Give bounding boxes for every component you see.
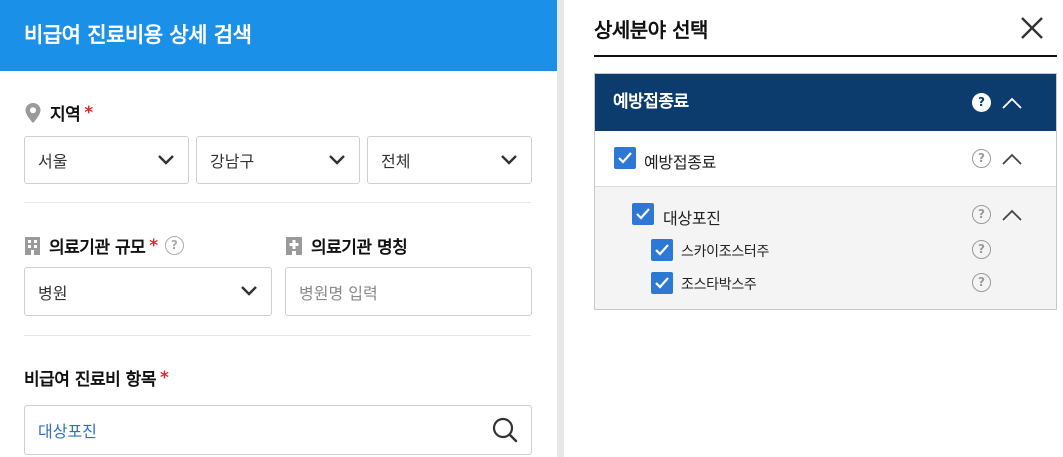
- item-search-value: 대상포진: [38, 422, 97, 441]
- region-label-row: 지역 *: [24, 100, 93, 125]
- district-select[interactable]: 강남구: [196, 136, 360, 184]
- checkbox-checked[interactable]: [632, 203, 654, 225]
- location-pin-icon: [25, 102, 41, 123]
- required-mark: *: [84, 102, 93, 123]
- building-icon: [25, 236, 40, 255]
- hospital-name-placeholder: 병원명 입력: [299, 283, 378, 303]
- tree-row-level2-group: 대상포진 ? 스카이조스터주 ? 조스타박스주 ?: [595, 187, 1056, 309]
- category-tree: 예방접종료 ? 예방접종료 ? 대상포진 ? 스카이조스터주 ? 조스타박스주 …: [594, 73, 1057, 310]
- hospital-name-label: 의료기관 명칭: [311, 238, 408, 258]
- check-icon: [618, 152, 632, 164]
- check-icon: [636, 208, 650, 220]
- hospital-scale-label-row: 의료기관 규모 * ?: [24, 233, 184, 258]
- required-mark: *: [159, 367, 169, 388]
- region-label: 지역: [50, 105, 81, 125]
- title-rule: [594, 55, 1057, 57]
- help-icon[interactable]: ?: [972, 93, 991, 112]
- search-panel: 비급여 진료비용 상세 검색 지역 * 서울 강남구 전체 의료기관 규모 * …: [0, 0, 557, 457]
- check-icon: [655, 277, 669, 289]
- item-label: 비급여 진료비 항목: [24, 370, 156, 390]
- city-select[interactable]: 서울: [24, 136, 189, 184]
- district-select-value: 강남구: [210, 152, 255, 171]
- hospital-scale-label: 의료기관 규모: [49, 238, 146, 258]
- item-label-row: 비급여 진료비 항목 *: [24, 365, 169, 391]
- tree-row-level1[interactable]: 예방접종료 ?: [595, 131, 1056, 187]
- chevron-down-icon: [241, 286, 257, 296]
- help-icon[interactable]: ?: [972, 205, 991, 224]
- help-icon[interactable]: ?: [972, 273, 991, 292]
- help-icon[interactable]: ?: [164, 236, 184, 255]
- chevron-down-icon: [158, 155, 174, 165]
- chevron-up-icon[interactable]: [1001, 208, 1023, 222]
- chevron-down-icon: [329, 155, 345, 165]
- check-icon: [655, 244, 669, 256]
- app-root: 비급여 진료비용 상세 검색 지역 * 서울 강남구 전체 의료기관 규모 * …: [0, 0, 1063, 457]
- hospital-name-input[interactable]: 병원명 입력: [285, 267, 532, 316]
- tree-label: 스카이조스터주: [681, 244, 770, 260]
- city-select-value: 서울: [38, 152, 68, 171]
- chevron-down-icon: [501, 155, 517, 165]
- detail-panel: 상세분야 선택 예방접종료 ? 예방접종료 ? 대상포진 ? 스카이조스터주 ?…: [564, 0, 1063, 457]
- detail-panel-title: 상세분야 선택: [594, 18, 708, 42]
- help-icon[interactable]: ?: [972, 240, 991, 259]
- panel-scrollbar[interactable]: [557, 0, 564, 457]
- chevron-up-icon[interactable]: [1001, 152, 1023, 166]
- dong-select-value: 전체: [381, 152, 411, 171]
- close-icon[interactable]: [1019, 15, 1045, 41]
- required-mark: *: [149, 235, 158, 256]
- hospital-icon: [286, 236, 302, 255]
- help-icon[interactable]: ?: [972, 149, 991, 168]
- hospital-scale-select[interactable]: 병원: [24, 267, 272, 316]
- section-divider: [24, 335, 531, 336]
- hospital-scale-value: 병원: [38, 283, 68, 303]
- checkbox-checked[interactable]: [651, 239, 673, 261]
- search-icon[interactable]: [491, 416, 519, 444]
- item-search-input[interactable]: 대상포진: [24, 405, 532, 455]
- tree-label: 대상포진: [663, 209, 721, 228]
- checkbox-checked[interactable]: [651, 272, 673, 294]
- checkbox-checked[interactable]: [614, 147, 636, 169]
- tree-label: 조스타박스주: [681, 277, 757, 293]
- tree-header-label: 예방접종료: [613, 92, 689, 112]
- section-divider: [24, 202, 531, 203]
- search-panel-title: 비급여 진료비용 상세 검색: [0, 0, 557, 71]
- tree-label: 예방접종료: [644, 153, 717, 172]
- dong-select[interactable]: 전체: [367, 136, 532, 184]
- hospital-name-label-row: 의료기관 명칭: [285, 233, 408, 258]
- chevron-up-icon[interactable]: [1001, 96, 1023, 110]
